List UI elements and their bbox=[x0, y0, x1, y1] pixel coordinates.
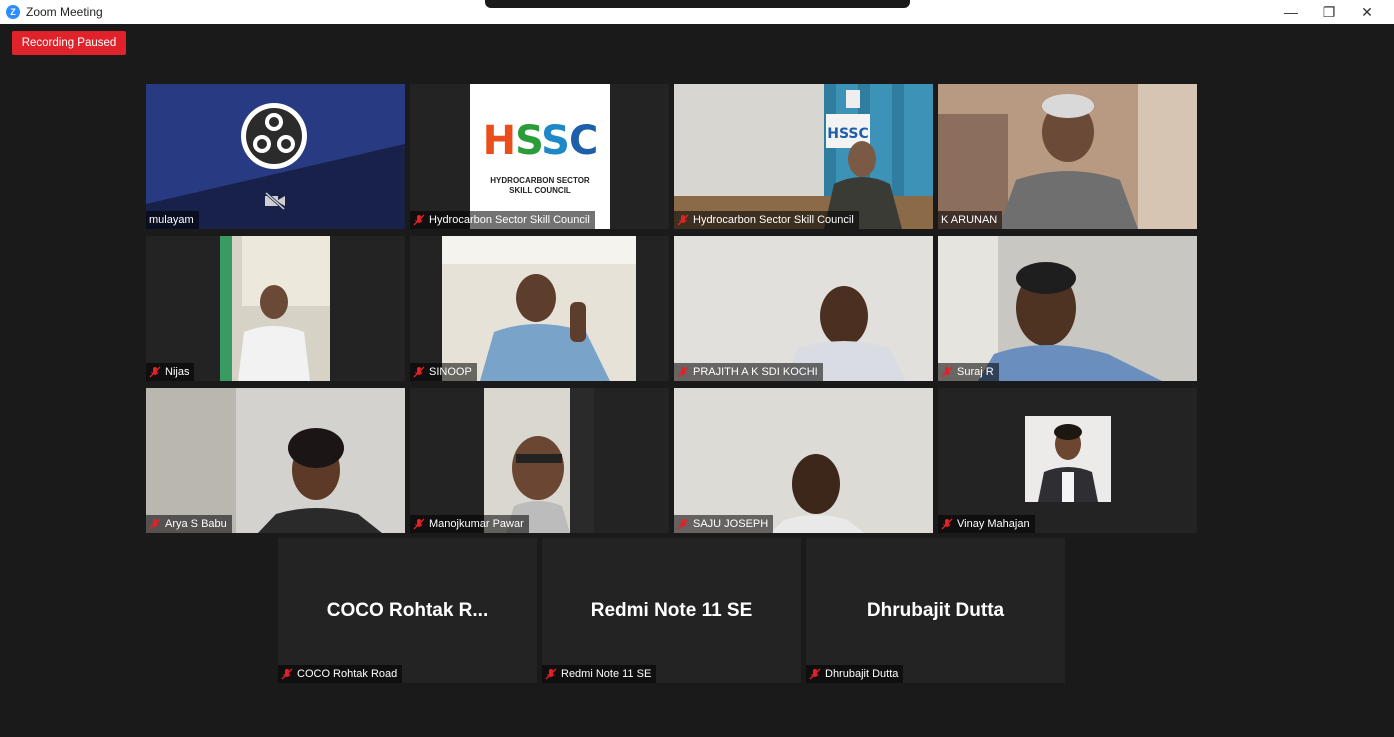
video-tile-vinay-mahajan[interactable]: Vinay Mahajan bbox=[938, 388, 1197, 533]
window-title: Zoom Meeting bbox=[26, 5, 103, 19]
participant-name: COCO Rohtak Road bbox=[278, 665, 403, 683]
participant-name: Manojkumar Pawar bbox=[410, 515, 529, 533]
video-tile-suraj-r[interactable]: Suraj R bbox=[938, 236, 1197, 381]
participant-video bbox=[938, 236, 1197, 381]
muted-mic-icon bbox=[149, 518, 161, 530]
participant-video bbox=[674, 388, 933, 533]
video-tile-redmi-note-11-se[interactable]: Redmi Note 11 SE Redmi Note 11 SE bbox=[542, 538, 801, 683]
video-tile-arya-s-babu[interactable]: Arya S Babu bbox=[146, 388, 405, 533]
participant-video bbox=[484, 388, 594, 533]
muted-mic-icon bbox=[545, 668, 557, 680]
video-tile-hssc-office[interactable]: HSSC Hydrocarbon Sector Skill Council bbox=[674, 84, 933, 229]
video-tile-sinoop[interactable]: SINOOP bbox=[410, 236, 669, 381]
close-button[interactable]: ✕ bbox=[1348, 0, 1386, 24]
participant-name: Redmi Note 11 SE bbox=[542, 665, 657, 683]
participant-name: SINOOP bbox=[410, 363, 477, 381]
participant-video bbox=[938, 84, 1197, 229]
obs-logo-icon bbox=[241, 103, 307, 169]
participant-video bbox=[674, 236, 933, 381]
participant-name: Suraj R bbox=[938, 363, 999, 381]
muted-mic-icon bbox=[941, 366, 953, 378]
screen-share-notch bbox=[485, 0, 910, 8]
hssc-logo-line2: SKILL COUNCIL bbox=[509, 186, 571, 195]
muted-mic-icon bbox=[413, 518, 425, 530]
recording-paused-badge[interactable]: Recording Paused bbox=[12, 31, 126, 55]
window-controls: — ❐ ✕ bbox=[1272, 0, 1386, 24]
minimize-button[interactable]: — bbox=[1272, 0, 1310, 24]
muted-mic-icon bbox=[677, 214, 689, 226]
zoom-logo-icon: Z bbox=[6, 5, 20, 19]
participant-name: Vinay Mahajan bbox=[938, 515, 1035, 533]
hssc-logo-panel: HSSC HYDROCARBON SECTOR SKILL COUNCIL bbox=[470, 84, 610, 229]
title-bar: Z Zoom Meeting — ❐ ✕ bbox=[0, 0, 1394, 24]
muted-mic-icon bbox=[941, 518, 953, 530]
participant-display-name: Dhrubajit Dutta bbox=[866, 599, 1005, 621]
participant-video bbox=[220, 236, 330, 381]
participant-name: mulayam bbox=[146, 211, 199, 229]
video-tile-manojkumar-pawar[interactable]: Manojkumar Pawar bbox=[410, 388, 669, 533]
participant-name: Hydrocarbon Sector Skill Council bbox=[674, 211, 859, 229]
participant-name: PRAJITH A K SDI KOCHI bbox=[674, 363, 823, 381]
video-tile-saju-joseph[interactable]: SAJU JOSEPH bbox=[674, 388, 933, 533]
muted-mic-icon bbox=[809, 668, 821, 680]
video-tile-nijas[interactable]: Nijas bbox=[146, 236, 405, 381]
video-tile-prajith[interactable]: PRAJITH A K SDI KOCHI bbox=[674, 236, 933, 381]
video-tile-coco-rohtak-road[interactable]: COCO Rohtak R... COCO Rohtak Road bbox=[278, 538, 537, 683]
participant-video bbox=[146, 388, 405, 533]
hssc-logo-line1: HYDROCARBON SECTOR bbox=[490, 176, 590, 185]
participant-name: K ARUNAN bbox=[938, 211, 1003, 229]
muted-mic-icon bbox=[413, 214, 425, 226]
muted-mic-icon bbox=[149, 366, 161, 378]
participant-name: Hydrocarbon Sector Skill Council bbox=[410, 211, 595, 229]
participant-display-name: Redmi Note 11 SE bbox=[590, 599, 753, 621]
muted-mic-icon bbox=[413, 366, 425, 378]
office-video-frame: HSSC bbox=[674, 84, 933, 229]
restore-button[interactable]: ❐ bbox=[1310, 0, 1348, 24]
camera-off-icon bbox=[265, 192, 285, 210]
hssc-logo-text: HSSC bbox=[482, 118, 599, 164]
participant-name: Arya S Babu bbox=[146, 515, 232, 533]
participant-name: Dhrubajit Dutta bbox=[806, 665, 904, 683]
participant-display-name: COCO Rohtak R... bbox=[326, 599, 489, 621]
video-tile-dhrubajit-dutta[interactable]: Dhrubajit Dutta Dhrubajit Dutta bbox=[806, 538, 1065, 683]
participant-photo bbox=[1025, 416, 1111, 502]
muted-mic-icon bbox=[281, 668, 293, 680]
video-tile-k-arunan[interactable]: K ARUNAN bbox=[938, 84, 1197, 229]
participant-name: Nijas bbox=[146, 363, 195, 381]
participant-name: SAJU JOSEPH bbox=[674, 515, 774, 533]
muted-mic-icon bbox=[677, 366, 689, 378]
video-tile-mulayam[interactable]: mulayam bbox=[146, 84, 405, 229]
muted-mic-icon bbox=[677, 518, 689, 530]
office-poster-text: HSSC bbox=[827, 126, 869, 142]
participant-video bbox=[442, 236, 636, 381]
video-tile-hssc-logo[interactable]: HSSC HYDROCARBON SECTOR SKILL COUNCIL Hy… bbox=[410, 84, 669, 229]
